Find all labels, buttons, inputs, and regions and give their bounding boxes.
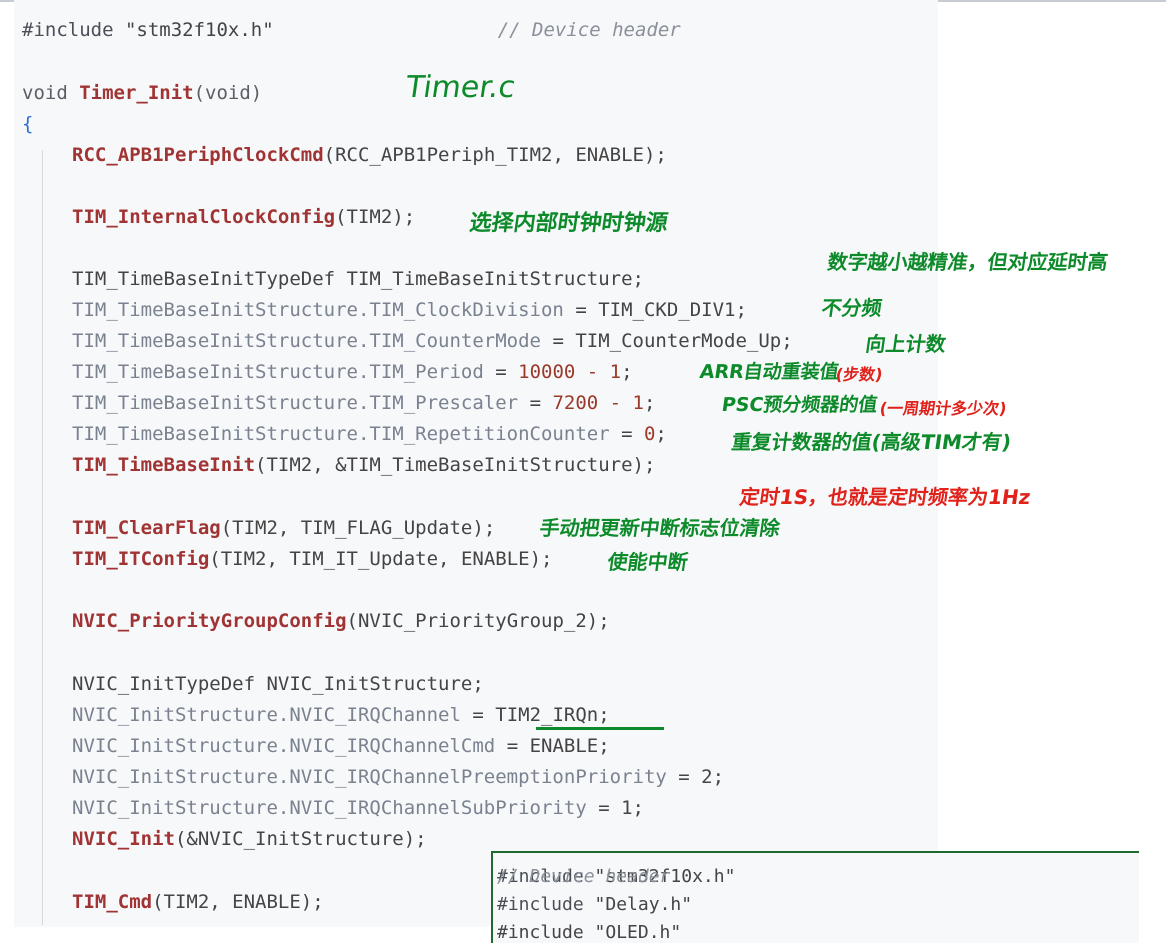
prescaler-eq: = — [518, 392, 553, 414]
period-semi: ; — [621, 361, 633, 383]
nvic-sub-field: NVIC_InitStructure.NVIC_IRQChannelSubPri… — [72, 797, 587, 819]
psc-annotation: PSC预分频器的值 — [720, 394, 879, 416]
arr-paren-annotation: (步数) — [834, 365, 884, 384]
inset-line-include-delay: #include "Delay.h" — [497, 891, 692, 919]
code-line-it-config: TIM_ITConfig(TIM2, TIM_IT_Update, ENABLE… — [22, 544, 552, 574]
counter-mode-value: = TIM_CounterMode_Up; — [541, 330, 793, 352]
include-comment: // Device header — [497, 19, 681, 41]
inset-code-screenshot: #include "stm32f10x.h" // Device header … — [491, 851, 1139, 943]
code-line-nvic-cmd: NVIC_InitStructure.NVIC_IRQChannelCmd = … — [22, 731, 610, 761]
rcc-args: (RCC_APB1Periph_TIM2, ENABLE); — [323, 144, 667, 166]
count-up-annotation: 向上计数 — [864, 332, 948, 356]
tim-cmd-args: (TIM2, ENABLE); — [152, 891, 324, 913]
nvic-channel-field: NVIC_InitStructure.NVIC_IRQChannel — [72, 704, 461, 726]
clear-flag-annotation: 手动把更新中断标志位清除 — [538, 516, 782, 540]
function-params: (void) — [193, 82, 263, 104]
nvic-preempt-field: NVIC_InitStructure.NVIC_IRQChannelPreemp… — [72, 766, 667, 788]
tim-cmd-function: TIM_Cmd — [72, 891, 153, 913]
repetition-semi: ; — [655, 423, 667, 445]
internal-clock-args: (TIM2); — [335, 206, 416, 228]
include-file: "stm32f10x.h" — [124, 19, 274, 41]
enable-interrupt-annotation: 使能中断 — [606, 550, 690, 574]
function-name: Timer_Init — [79, 82, 194, 104]
no-division-annotation: 不分频 — [820, 296, 884, 320]
code-line-nvic-preempt: NVIC_InitStructure.NVIC_IRQChannelPreemp… — [22, 762, 724, 792]
nvic-group-function: NVIC_PriorityGroupConfig — [72, 610, 347, 632]
it-config-function: TIM_ITConfig — [72, 548, 210, 570]
file-label-annotation: Timer.c — [403, 70, 518, 105]
clock-source-annotation: 选择内部时钟时钟源 — [467, 211, 670, 236]
nvic-init-args: (&NVIC_InitStructure); — [174, 828, 427, 850]
code-line-include: #include "stm32f10x.h" // Device header — [22, 15, 681, 45]
code-line-prescaler: TIM_TimeBaseInitStructure.TIM_Prescaler … — [22, 388, 655, 418]
irqn-underline — [536, 727, 664, 730]
inset-line-include-oled: #include "OLED.h" — [497, 922, 682, 943]
code-line-timebase-init: TIM_TimeBaseInit(TIM2, &TIM_TimeBaseInit… — [22, 450, 655, 480]
code-line-nvic-init: NVIC_Init(&NVIC_InitStructure); — [22, 824, 427, 854]
nvic-decl: NVIC_InitTypeDef NVIC_InitStructure; — [72, 673, 484, 695]
code-line-nvic-group: NVIC_PriorityGroupConfig(NVIC_PriorityGr… — [22, 606, 610, 636]
prescaler-field: TIM_TimeBaseInitStructure.TIM_Prescaler — [72, 392, 519, 414]
repetition-field: TIM_TimeBaseInitStructure.TIM_Repetition… — [72, 423, 610, 445]
inset-include2-keyword: #include — [497, 894, 584, 915]
rcc-function: RCC_APB1PeriphClockCmd — [72, 144, 324, 166]
prescaler-semi: ; — [643, 392, 656, 414]
it-config-args: (TIM2, TIM_IT_Update, ENABLE); — [209, 548, 553, 570]
period-field: TIM_TimeBaseInitStructure.TIM_Period — [72, 361, 484, 383]
internal-clock-function: TIM_InternalClockConfig — [72, 206, 336, 228]
inset-include-comment: // Device header — [497, 866, 671, 887]
prescaler-value: 7200 - 1 — [552, 392, 644, 414]
timing-annotation: 定时1S，也就是定时频率为1Hz — [738, 485, 1033, 509]
nvic-group-args: (NVIC_PriorityGroup_2); — [346, 610, 610, 632]
timebase-decl: TIM_TimeBaseInitTypeDef TIM_TimeBaseInit… — [72, 268, 644, 290]
clear-flag-function: TIM_ClearFlag — [72, 517, 221, 539]
code-line-nvic-decl: NVIC_InitTypeDef NVIC_InitStructure; — [22, 669, 484, 699]
period-eq: = — [483, 361, 519, 383]
timebase-init-args: (TIM2, &TIM_TimeBaseInitStructure); — [255, 454, 656, 476]
repetition-annotation: 重复计数器的值(高级TIM才有) — [730, 430, 1013, 454]
open-brace: { — [22, 113, 34, 135]
code-line-internal-clock: TIM_InternalClockConfig(TIM2); — [22, 202, 415, 232]
psc-paren-annotation: (一周期计多少次) — [878, 399, 1008, 418]
nvic-cmd-field: NVIC_InitStructure.NVIC_IRQChannelCmd — [72, 735, 496, 757]
clock-division-value: = TIM_CKD_DIV1; — [563, 299, 747, 321]
code-line-repetition: TIM_TimeBaseInitStructure.TIM_Repetition… — [22, 419, 667, 449]
counter-mode-field: TIM_TimeBaseInitStructure.TIM_CounterMod… — [72, 330, 541, 352]
nvic-channel-value: = TIM2_IRQn; — [460, 704, 610, 726]
nvic-preempt-value: = 2; — [666, 766, 725, 788]
clock-division-field: TIM_TimeBaseInitStructure.TIM_ClockDivis… — [72, 299, 564, 321]
accuracy-annotation: 数字越小越精准，但对应延时高 — [826, 250, 1110, 274]
code-line-nvic-channel: NVIC_InitStructure.NVIC_IRQChannel = TIM… — [22, 700, 610, 730]
void-keyword: void — [22, 82, 68, 104]
code-line-nvic-sub: NVIC_InitStructure.NVIC_IRQChannelSubPri… — [22, 793, 644, 823]
clear-flag-args: (TIM2, TIM_FLAG_Update); — [220, 517, 496, 539]
inset-include2-file: "Delay.h" — [594, 894, 693, 915]
period-value: 10000 - 1 — [518, 361, 622, 383]
timebase-init-function: TIM_TimeBaseInit — [72, 454, 256, 476]
code-line-func-sig: void Timer_Init(void) — [22, 78, 262, 108]
repetition-eq: = — [609, 423, 644, 445]
code-line-clear-flag: TIM_ClearFlag(TIM2, TIM_FLAG_Update); — [22, 513, 495, 543]
code-line-tim-cmd: TIM_Cmd(TIM2, ENABLE); — [22, 887, 324, 917]
code-editor[interactable]: #include "stm32f10x.h" // Device header v… — [14, 0, 938, 927]
code-line-period: TIM_TimeBaseInitStructure.TIM_Period = 1… — [22, 357, 633, 387]
code-line-rcc: RCC_APB1PeriphClockCmd(RCC_APB1Periph_TI… — [22, 140, 667, 170]
code-line-clock-division: TIM_TimeBaseInitStructure.TIM_ClockDivis… — [22, 295, 747, 325]
nvic-cmd-value: = ENABLE; — [495, 735, 610, 757]
arr-annotation: ARR自动重装值 — [698, 361, 841, 383]
code-line-counter-mode: TIM_TimeBaseInitStructure.TIM_CounterMod… — [22, 326, 793, 356]
code-line-timebase-decl: TIM_TimeBaseInitTypeDef TIM_TimeBaseInit… — [22, 264, 644, 294]
include-keyword: #include — [22, 19, 114, 41]
nvic-sub-value: = 1; — [586, 797, 644, 819]
nvic-init-function: NVIC_Init — [72, 828, 175, 850]
repetition-value: 0 — [643, 423, 656, 445]
